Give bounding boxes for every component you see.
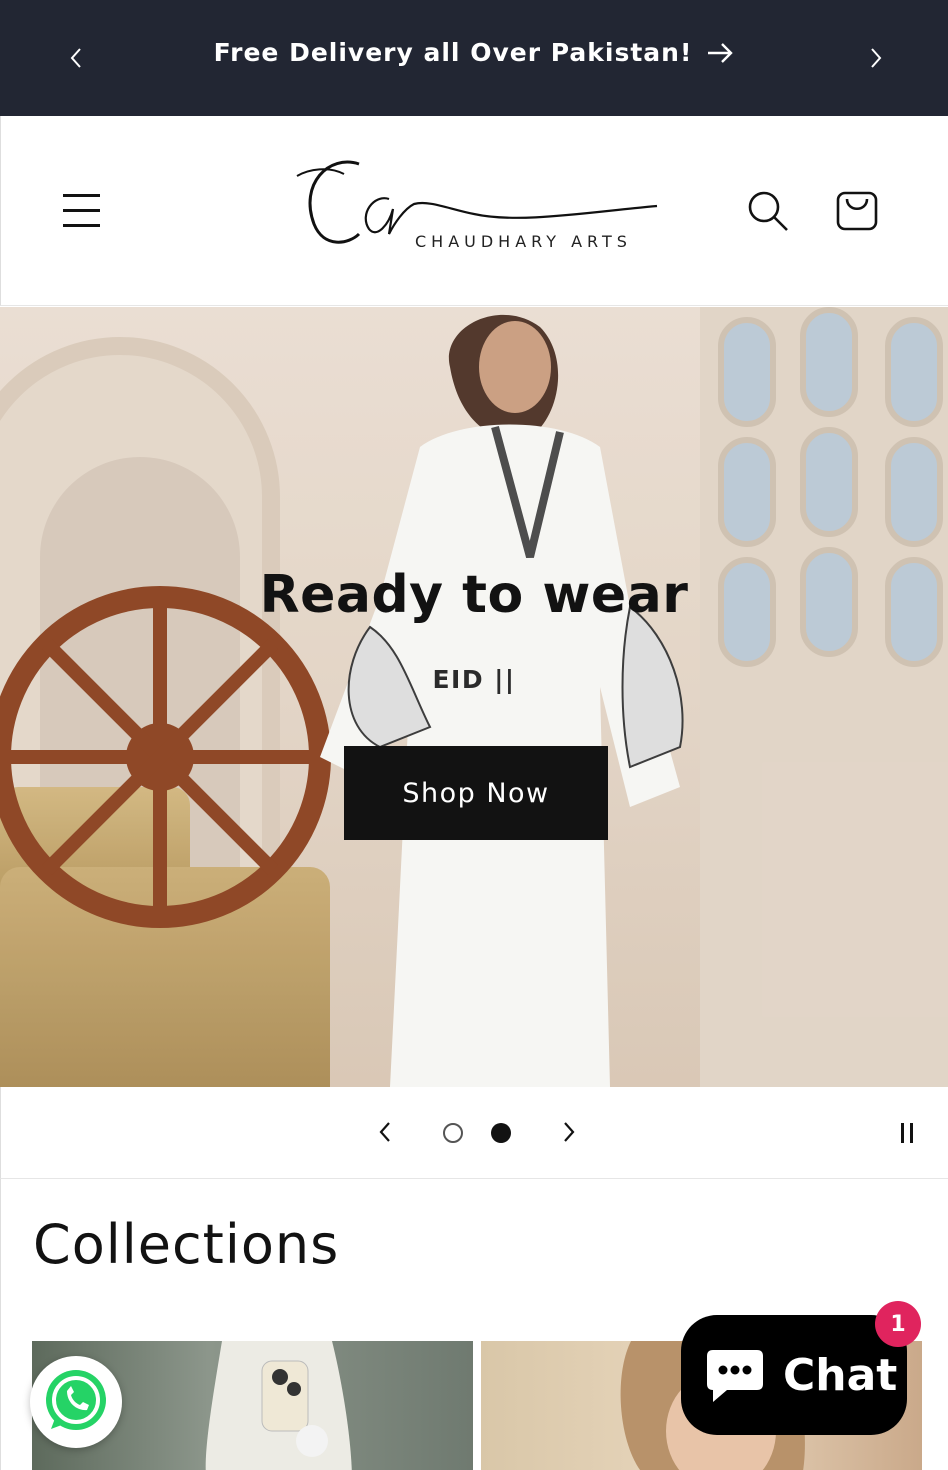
- search-button[interactable]: [745, 188, 791, 234]
- slide-next-button[interactable]: [551, 1115, 585, 1149]
- chat-bubble-icon: [707, 1350, 763, 1402]
- logo-wordmark: CHAUDHARY ARTS: [415, 232, 632, 251]
- arrow-right-icon: [708, 42, 734, 63]
- menu-button[interactable]: [59, 190, 103, 230]
- announcement-next-button[interactable]: [858, 40, 894, 76]
- search-icon: [748, 191, 788, 231]
- hamburger-line: [63, 194, 100, 197]
- slide-dot-2-active[interactable]: [491, 1123, 511, 1143]
- pause-icon: [910, 1123, 913, 1143]
- slide-prev-button[interactable]: [369, 1115, 403, 1149]
- hamburger-line: [63, 224, 100, 227]
- hero-title: Ready to wear: [259, 565, 689, 625]
- slideshow-controls: [0, 1087, 948, 1179]
- announcement-text: Free Delivery all Over Pakistan!: [213, 38, 693, 67]
- chat-button[interactable]: Chat 1: [681, 1301, 921, 1435]
- whatsapp-button[interactable]: [30, 1356, 122, 1448]
- collections-heading: Collections: [33, 1213, 340, 1276]
- whatsapp-icon: [46, 1370, 106, 1430]
- hero-overlay: [0, 307, 948, 1087]
- chevron-right-icon: [871, 48, 882, 68]
- chevron-right-icon: [564, 1122, 575, 1142]
- slide-dot-1[interactable]: [443, 1123, 463, 1143]
- announcement-bar: Free Delivery all Over Pakistan!: [0, 0, 948, 116]
- chevron-left-icon: [379, 1122, 390, 1142]
- chat-label: Chat: [783, 1349, 898, 1401]
- cart-button[interactable]: [833, 186, 881, 234]
- shopping-bag-icon: [836, 191, 878, 231]
- chat-notification-badge: 1: [875, 1301, 921, 1347]
- site-header: CHAUDHARY ARTS: [0, 116, 948, 306]
- hero-subtitle: EID ||: [432, 665, 516, 694]
- announcement-link[interactable]: Free Delivery all Over Pakistan!: [0, 38, 948, 67]
- site-logo[interactable]: CHAUDHARY ARTS: [289, 154, 661, 264]
- hamburger-line: [63, 209, 100, 212]
- slideshow-pause-button[interactable]: [891, 1117, 923, 1149]
- hero-slide: Ready to wear EID || Shop Now: [0, 307, 948, 1087]
- shop-now-button[interactable]: Shop Now: [344, 746, 608, 840]
- pause-icon: [901, 1123, 904, 1143]
